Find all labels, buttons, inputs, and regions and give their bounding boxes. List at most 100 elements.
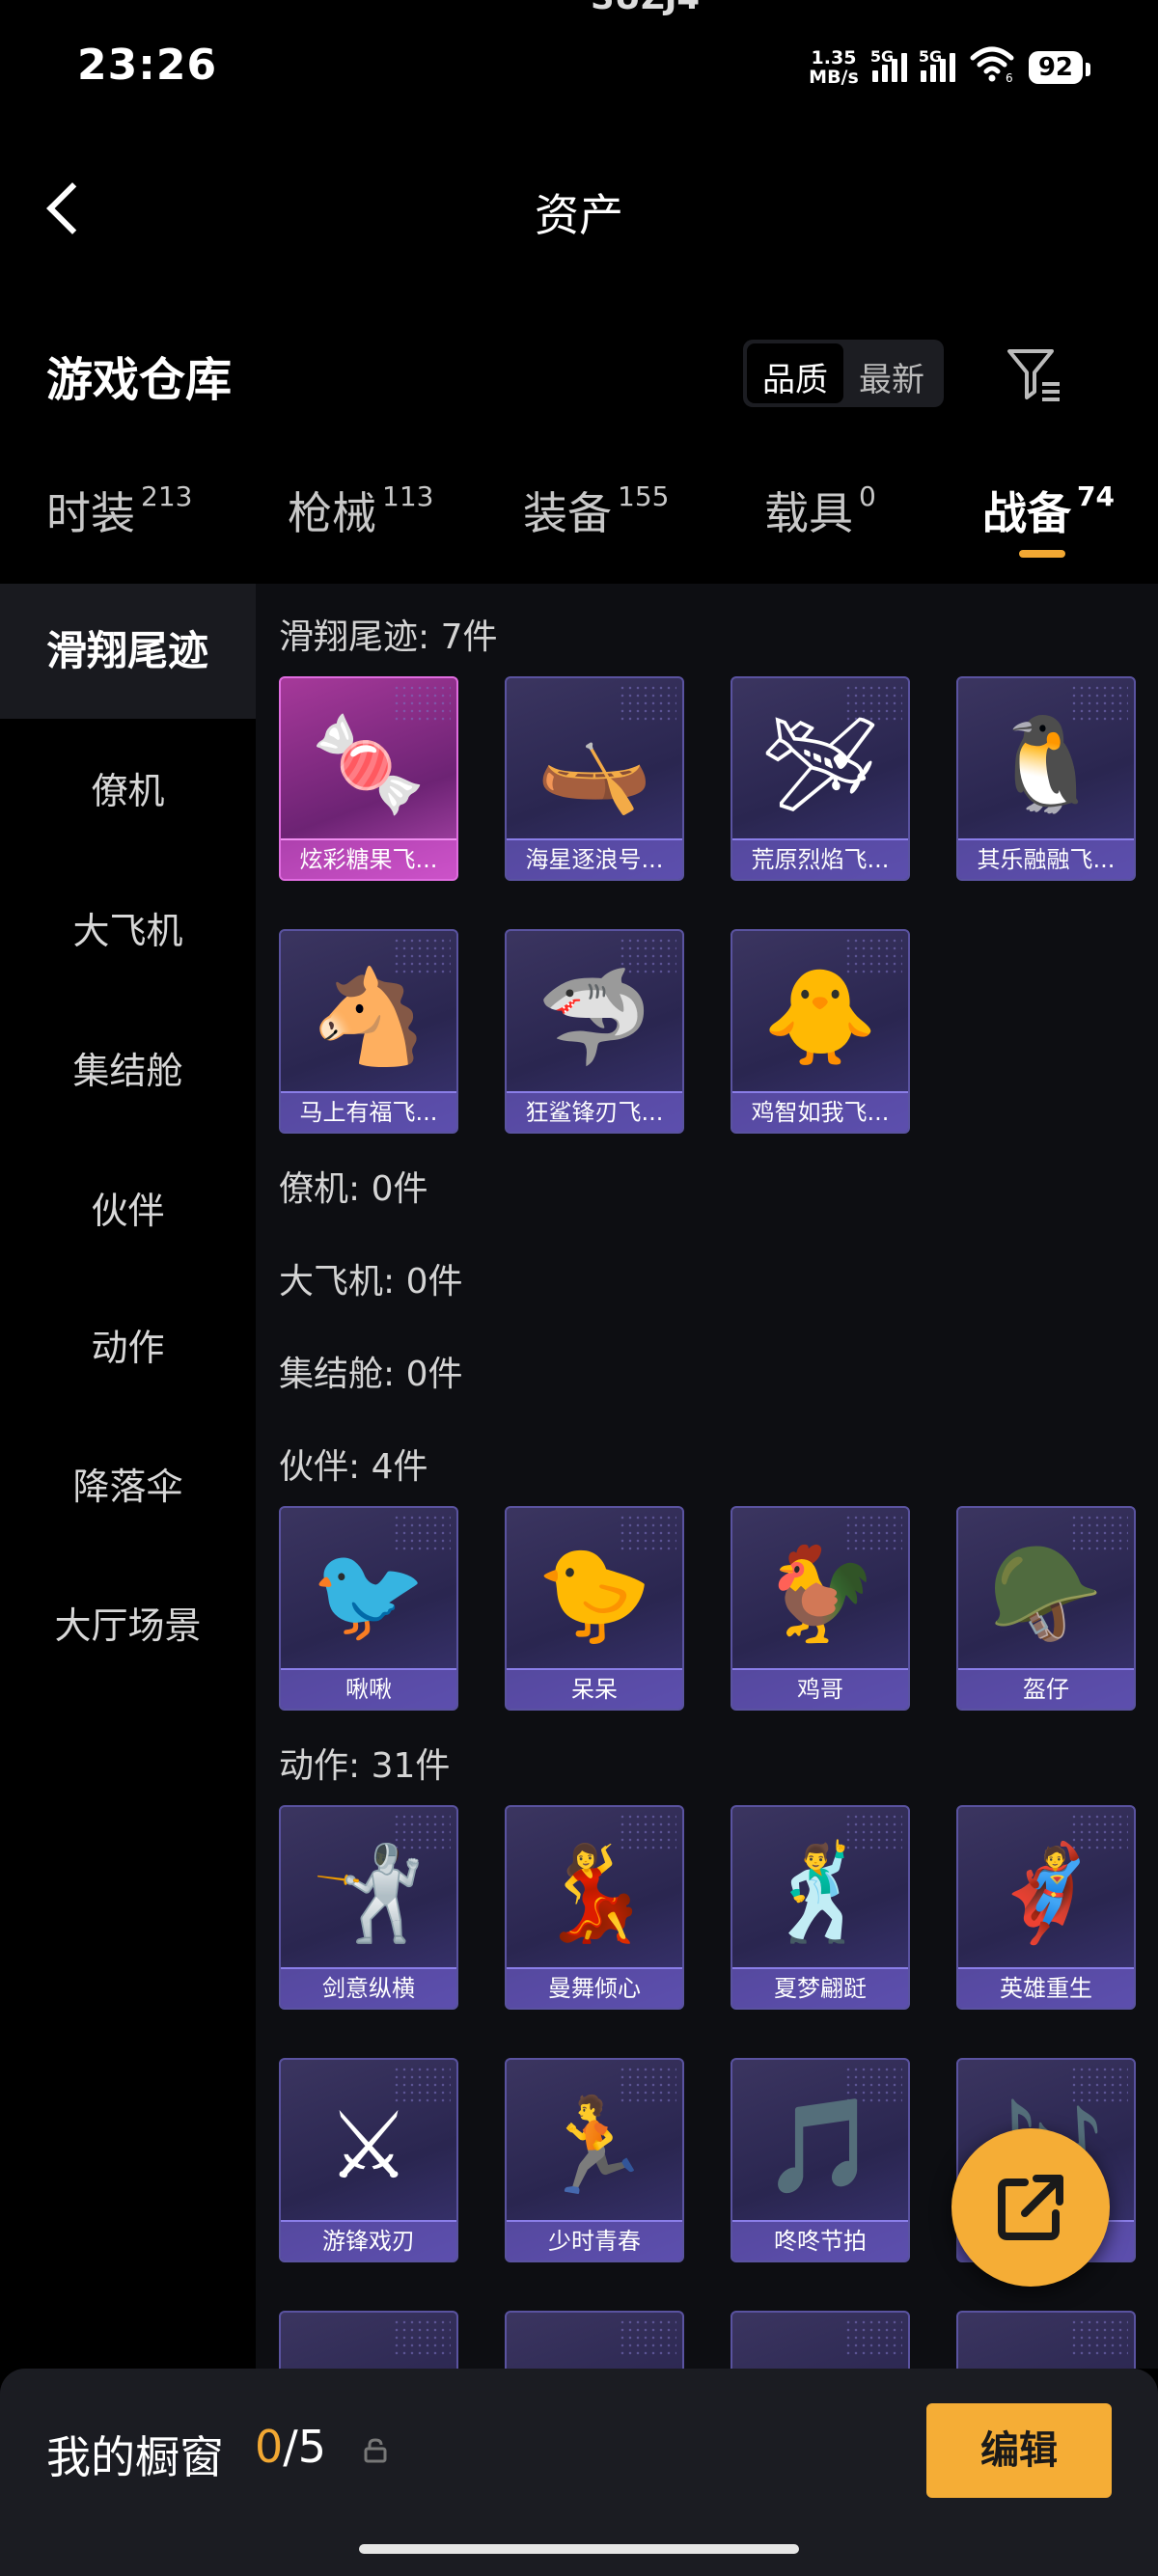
status-time: 23:26 [77, 41, 218, 90]
item-name: 剑意纵横 [281, 1967, 456, 2008]
dancer-icon: 🕺 [762, 1838, 878, 1947]
sidebar-item-lobby-scene[interactable]: 大厅场景 [0, 1558, 256, 1693]
tab-label: 战备 [982, 487, 1071, 539]
dancer-icon: 🎵 [762, 2091, 878, 2200]
item-name: 荒原烈焰飞... [732, 838, 908, 879]
item-card[interactable]: 🛩 荒原烈焰飞... [731, 676, 910, 881]
item-name: 呆呆 [507, 1668, 682, 1709]
item-card[interactable]: 🤺 剑意纵横 [279, 1805, 458, 2010]
showcase-current: 0 [255, 2421, 284, 2473]
sidebar-item-companion[interactable]: 伙伴 [0, 1143, 256, 1278]
page-title: 资产 [535, 189, 623, 241]
boat-icon: 🛶 [537, 709, 652, 818]
item-card[interactable] [505, 2311, 684, 2369]
net-speed: 1.35 MB/s [809, 48, 859, 87]
horse-icon: 🐴 [311, 962, 427, 1071]
section-title-emote: 动作: 31件 [279, 1746, 451, 1786]
section-title-big-plane: 大飞机: 0件 [279, 1262, 463, 1302]
sort-option-quality[interactable]: 品质 [747, 343, 843, 403]
repo-title: 游戏仓库 [46, 353, 233, 407]
tab-vehicles[interactable]: 载具 0 [764, 479, 876, 542]
sidebar-item-assembly-pod[interactable]: 集结舱 [0, 1003, 256, 1138]
chick-icon: 🐤 [537, 1539, 652, 1648]
section-title-companion: 伙伴: 4件 [279, 1447, 428, 1487]
edit-button[interactable]: 编辑 [926, 2403, 1112, 2498]
battery-icon: 92 [1028, 50, 1091, 84]
status-bar: SUZJ4 23:26 1.35 MB/s 5G 5G 6 92 [0, 0, 1158, 135]
tab-supplies[interactable]: 战备 74 [982, 479, 1115, 542]
item-card[interactable]: 🎵 咚咚节拍 [731, 2058, 910, 2262]
signal-icon: 5G [870, 47, 907, 82]
penguin-icon: 🐧 [988, 709, 1104, 818]
item-name: 狂鲨锋刃飞... [507, 1091, 682, 1132]
item-card[interactable]: 🐤 呆呆 [505, 1506, 684, 1711]
sidebar-item-glide-trail[interactable]: 滑翔尾迹 [0, 584, 256, 719]
item-card[interactable]: ⚔ 游锋戏刃 [279, 2058, 458, 2262]
item-name: 鸡哥 [732, 1668, 908, 1709]
tab-count: 213 [141, 480, 193, 512]
dancer-icon: 💃 [537, 1838, 652, 1947]
sidebar-item-big-plane[interactable]: 大飞机 [0, 863, 256, 999]
tab-equipment[interactable]: 装备 155 [523, 479, 669, 542]
item-name: 炫彩糖果飞... [281, 838, 456, 879]
sidebar-item-wingman[interactable]: 僚机 [0, 719, 256, 863]
tab-fashion[interactable]: 时装 213 [46, 479, 192, 542]
item-name: 曼舞倾心 [507, 1967, 682, 2008]
repo-row: 游戏仓库 品质 最新 [0, 338, 1158, 415]
home-indicator[interactable] [359, 2544, 799, 2554]
item-card[interactable]: 🪖 盔仔 [956, 1506, 1136, 1711]
section-title-glide-trail: 滑翔尾迹: 7件 [279, 617, 498, 657]
share-external-button[interactable] [951, 2128, 1110, 2287]
dancer-icon: 🏃 [537, 2091, 652, 2200]
wifi-icon: 6 [969, 44, 1015, 90]
item-card[interactable]: 🛶 海星逐浪号... [505, 676, 684, 881]
item-card[interactable]: 💃 曼舞倾心 [505, 1805, 684, 2010]
item-card[interactable]: 🐧 其乐融融飞... [956, 676, 1136, 881]
rooster-icon: 🐓 [762, 1539, 878, 1648]
item-card[interactable] [279, 2311, 458, 2369]
item-card[interactable] [956, 2311, 1136, 2369]
status-top-cut-text: SUZJ4 [591, 0, 700, 17]
helmet-chick-icon: 🪖 [988, 1539, 1104, 1648]
external-link-icon [998, 2175, 1063, 2240]
tab-guns[interactable]: 枪械 113 [288, 479, 433, 542]
net-speed-value: 1.35 [811, 46, 857, 69]
sort-option-latest[interactable]: 最新 [843, 343, 940, 403]
item-name: 咚咚节拍 [732, 2220, 908, 2261]
tab-label: 装备 [523, 487, 612, 539]
item-card[interactable]: 🦸 英雄重生 [956, 1805, 1136, 2010]
filter-icon[interactable] [1004, 343, 1065, 405]
showcase-total: /5 [283, 2421, 327, 2473]
item-card[interactable] [731, 2311, 910, 2369]
item-card[interactable]: 🏃 少时青春 [505, 2058, 684, 2262]
item-card[interactable]: 🐴 马上有福飞... [279, 929, 458, 1134]
status-icons: 1.35 MB/s 5G 5G 6 92 [809, 44, 1091, 90]
item-name: 其乐融融飞... [958, 838, 1134, 879]
section-title-wingman: 僚机: 0件 [279, 1169, 428, 1209]
sidebar-item-parachute[interactable]: 降落伞 [0, 1419, 256, 1554]
item-card[interactable]: 🦈 狂鲨锋刃飞... [505, 929, 684, 1134]
sidebar-item-emote[interactable]: 动作 [0, 1280, 256, 1415]
nav-header: 资产 [0, 159, 1158, 256]
tab-count: 0 [859, 480, 876, 512]
chick-icon: 🐥 [762, 962, 878, 1071]
lock-icon [363, 2438, 388, 2463]
item-card[interactable]: 🐓 鸡哥 [731, 1506, 910, 1711]
item-card[interactable]: 🐦 啾啾 [279, 1506, 458, 1711]
tab-count: 113 [382, 480, 434, 512]
tab-count: 74 [1077, 480, 1115, 512]
active-tab-indicator [1019, 550, 1065, 558]
sort-toggle: 品质 最新 [743, 340, 944, 407]
showcase-bar: 我的橱窗 0/5 编辑 [0, 2369, 1158, 2576]
glider-icon: 🛩 [761, 709, 879, 818]
item-card[interactable]: 🕺 夏梦翩跹 [731, 1805, 910, 2010]
showcase-label: 我的橱窗 [46, 2431, 224, 2483]
category-tabs: 时装 213 枪械 113 装备 155 载具 0 战备 74 [0, 473, 1158, 569]
tab-count: 155 [618, 480, 670, 512]
wifi-label: 6 [1006, 71, 1013, 83]
dancer-icon: 🤺 [311, 1838, 427, 1947]
item-card[interactable]: 🐥 鸡智如我飞... [731, 929, 910, 1134]
hero-icon: 🦸 [988, 1838, 1104, 1947]
item-card[interactable]: 🍬 炫彩糖果飞... [279, 676, 458, 881]
signal-icon-2: 5G [919, 47, 955, 82]
